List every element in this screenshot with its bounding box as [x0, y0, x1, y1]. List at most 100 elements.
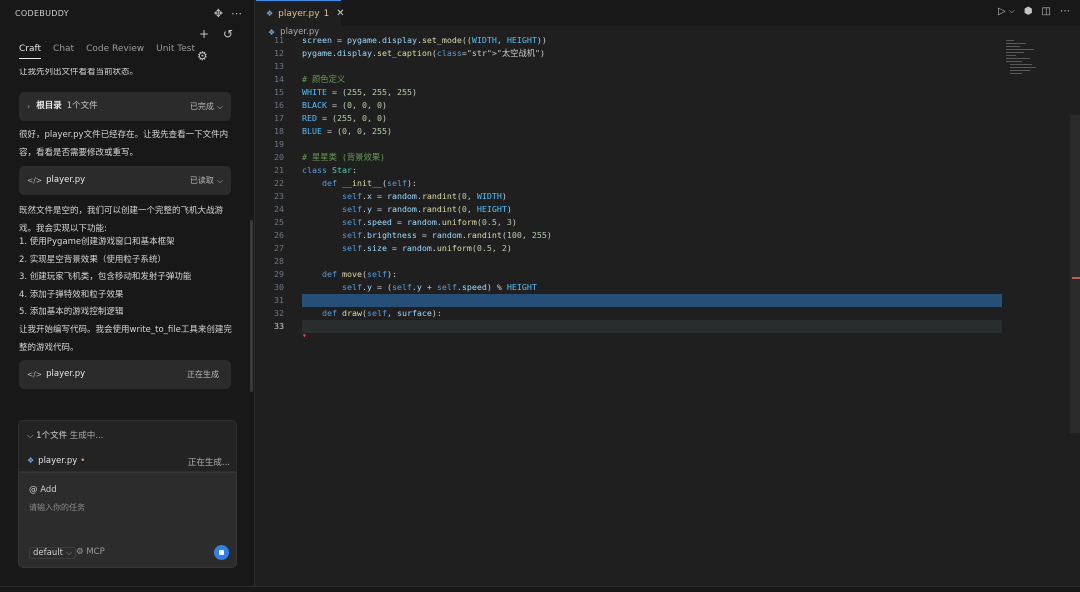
- code-text: def move(self):: [321, 269, 397, 279]
- line-number: 11: [274, 35, 284, 45]
- editor-actions: ▷ ⌵ ⬢ ◫ ⋯: [998, 6, 1070, 17]
- line-number: 17: [274, 113, 284, 123]
- line-number: 33: [274, 321, 284, 331]
- codebuddy-panel: CODEBUDDY ✥ ⋯ Craft Chat Code Review Uni…: [0, 0, 255, 586]
- minimap[interactable]: [1006, 40, 1038, 80]
- code-line: 26 self.brightness = random.randint(100,…: [256, 229, 1026, 242]
- tool-card-read[interactable]: </> player.py 已读取 ⌵: [19, 166, 231, 195]
- code-text: self.brightness = random.randint(100, 25…: [341, 230, 552, 240]
- line-number: 23: [274, 191, 284, 201]
- minimap-line: [1006, 52, 1024, 53]
- code-area[interactable]: 11 screen = pygame.display.set_mode((WIDT…: [256, 34, 1026, 354]
- chevron-down-icon[interactable]: ⌵: [1009, 6, 1015, 17]
- chat-scrollbar[interactable]: [250, 220, 253, 392]
- code-text: WHITE = (255, 255, 255): [302, 87, 417, 97]
- run-icon[interactable]: ▷: [998, 6, 1006, 17]
- selection-highlight: [302, 294, 1002, 307]
- line-number: 27: [274, 243, 284, 253]
- line-number: 24: [274, 204, 284, 214]
- code-text: self.y = (self.y + self.speed) % HEIGHT: [341, 282, 537, 292]
- more-icon[interactable]: ⋯: [231, 7, 242, 20]
- generating-status: 生成中...: [69, 431, 104, 441]
- code-line: 28: [256, 255, 1026, 268]
- code-line: 32 def draw(self, surface):: [256, 307, 1026, 320]
- code-line: 25 self.speed = random.uniform(0.5, 3): [256, 216, 1026, 229]
- tool-card-directory[interactable]: › 根目录 1个文件 已完成 ⌵: [19, 92, 231, 121]
- code-line: 14 # 颜色定义: [256, 73, 1026, 86]
- line-number: 26: [274, 230, 284, 240]
- line-number: 16: [274, 100, 284, 110]
- new-chat-icon[interactable]: +: [197, 27, 211, 41]
- code-line: 18 BLUE = (0, 0, 255): [256, 125, 1026, 138]
- card-name: 根目录: [36, 100, 62, 111]
- step-item: 3. 创建玩家飞机类，包含移动和发射子弹功能: [19, 272, 192, 282]
- code-text: self.size = random.uniform(0.5, 2): [341, 243, 512, 253]
- card-count: 1个文件: [66, 100, 98, 111]
- card-state: 已完成: [189, 101, 214, 111]
- close-icon[interactable]: ✕: [336, 8, 344, 19]
- stop-button[interactable]: [214, 545, 229, 560]
- message-text: 很好，player.py文件已经存在。让我先查看一下文件内容，看看是否需要修改或…: [19, 130, 229, 158]
- line-number: 19: [274, 139, 284, 149]
- chevron-down-icon: ⌵: [216, 101, 223, 111]
- tab-chat[interactable]: Chat: [53, 44, 74, 59]
- code-line: 12 pygame.display.set_caption(class="str"…: [256, 47, 1026, 60]
- tab-craft[interactable]: Craft: [19, 44, 42, 59]
- line-number: 32: [274, 308, 284, 318]
- card-state: 已读取: [189, 175, 214, 185]
- task-input[interactable]: [29, 503, 219, 512]
- line-source: screen = pygame.display.set_mode((WIDTH,…: [302, 35, 547, 45]
- panel-actions: + ↺: [197, 27, 235, 41]
- generating-header[interactable]: ⌵ 1个文件 生成中...: [27, 429, 103, 441]
- tool-card-generating[interactable]: </> player.py 正在生成: [19, 360, 231, 389]
- step-item: 2. 实现星空背景效果（使用粒子系统）: [19, 255, 166, 265]
- mcp-button[interactable]: ⚙ MCP: [76, 547, 105, 557]
- code-text: class Star:: [302, 165, 357, 175]
- settings-action: ⚙: [197, 45, 208, 64]
- split-editor-icon[interactable]: ◫: [1042, 6, 1051, 17]
- current-line-highlight: [302, 320, 1002, 333]
- code-icon: </>: [27, 369, 43, 379]
- add-context-button[interactable]: @ Add: [29, 485, 57, 495]
- scrollbar-error-marker: [1072, 277, 1080, 279]
- gear-icon[interactable]: ⚙: [197, 49, 208, 63]
- code-line: 27 self.size = random.uniform(0.5, 2): [256, 242, 1026, 255]
- codebuddy-icon[interactable]: ⬢: [1024, 6, 1033, 17]
- line-number: 31: [274, 295, 284, 305]
- panel-header: CODEBUDDY ✥ ⋯: [0, 0, 254, 26]
- generating-count: 1个文件: [36, 431, 68, 441]
- code-editor: ❖ player.py 1 ✕ ▷ ⌵ ⬢ ◫ ⋯ ❖ player.py 11…: [256, 0, 1080, 586]
- code-text: self.y = random.randint(0, HEIGHT): [341, 204, 512, 214]
- minimap-line: [1006, 61, 1022, 62]
- generating-file-state: 正在生成...: [187, 458, 230, 468]
- code-line: 11 screen = pygame.display.set_mode((WIDT…: [256, 34, 1026, 47]
- step-item: 5. 添加基本的游戏控制逻辑: [19, 307, 124, 317]
- composer: @ Add default ⌵ ⚙ MCP: [18, 472, 237, 568]
- more-icon[interactable]: ⋯: [1060, 6, 1070, 17]
- code-line: 16 BLACK = (0, 0, 0): [256, 99, 1026, 112]
- line-number: 28: [274, 256, 284, 266]
- stop-icon: [219, 550, 224, 555]
- move-icon[interactable]: ✥: [214, 7, 223, 20]
- code-text: self.speed = random.uniform(0.5, 3): [341, 217, 517, 227]
- editor-scrollbar[interactable]: [1070, 115, 1080, 433]
- minimap-line: [1006, 46, 1020, 47]
- code-line: 19: [256, 138, 1026, 151]
- editor-tabbar: ❖ player.py 1 ✕ ▷ ⌵ ⬢ ◫ ⋯: [256, 0, 1080, 26]
- code-text: RED = (255, 0, 0): [302, 113, 387, 123]
- code-text: def __init__(self):: [321, 178, 417, 188]
- tab-unit-test[interactable]: Unit Test: [156, 44, 195, 59]
- mcp-label: MCP: [86, 547, 105, 557]
- mcp-icon: ⚙: [76, 547, 84, 557]
- generating-file-row[interactable]: ❖ player.py • 正在生成...: [27, 456, 230, 468]
- code-line: 29 def move(self):: [256, 268, 1026, 281]
- chevron-right-icon: ›: [27, 101, 31, 111]
- panel-title: CODEBUDDY: [15, 8, 69, 18]
- message-text: 让我先列出文件看看当前状态。: [19, 68, 139, 77]
- model-select[interactable]: default ⌵: [29, 547, 77, 559]
- history-icon[interactable]: ↺: [221, 27, 235, 41]
- status-bar: [0, 586, 1080, 592]
- tab-code-review[interactable]: Code Review: [86, 44, 144, 59]
- editor-tab-player[interactable]: ❖ player.py 1 ✕: [256, 0, 345, 26]
- generating-files-panel: ⌵ 1个文件 生成中... ❖ player.py • 正在生成...: [18, 420, 237, 472]
